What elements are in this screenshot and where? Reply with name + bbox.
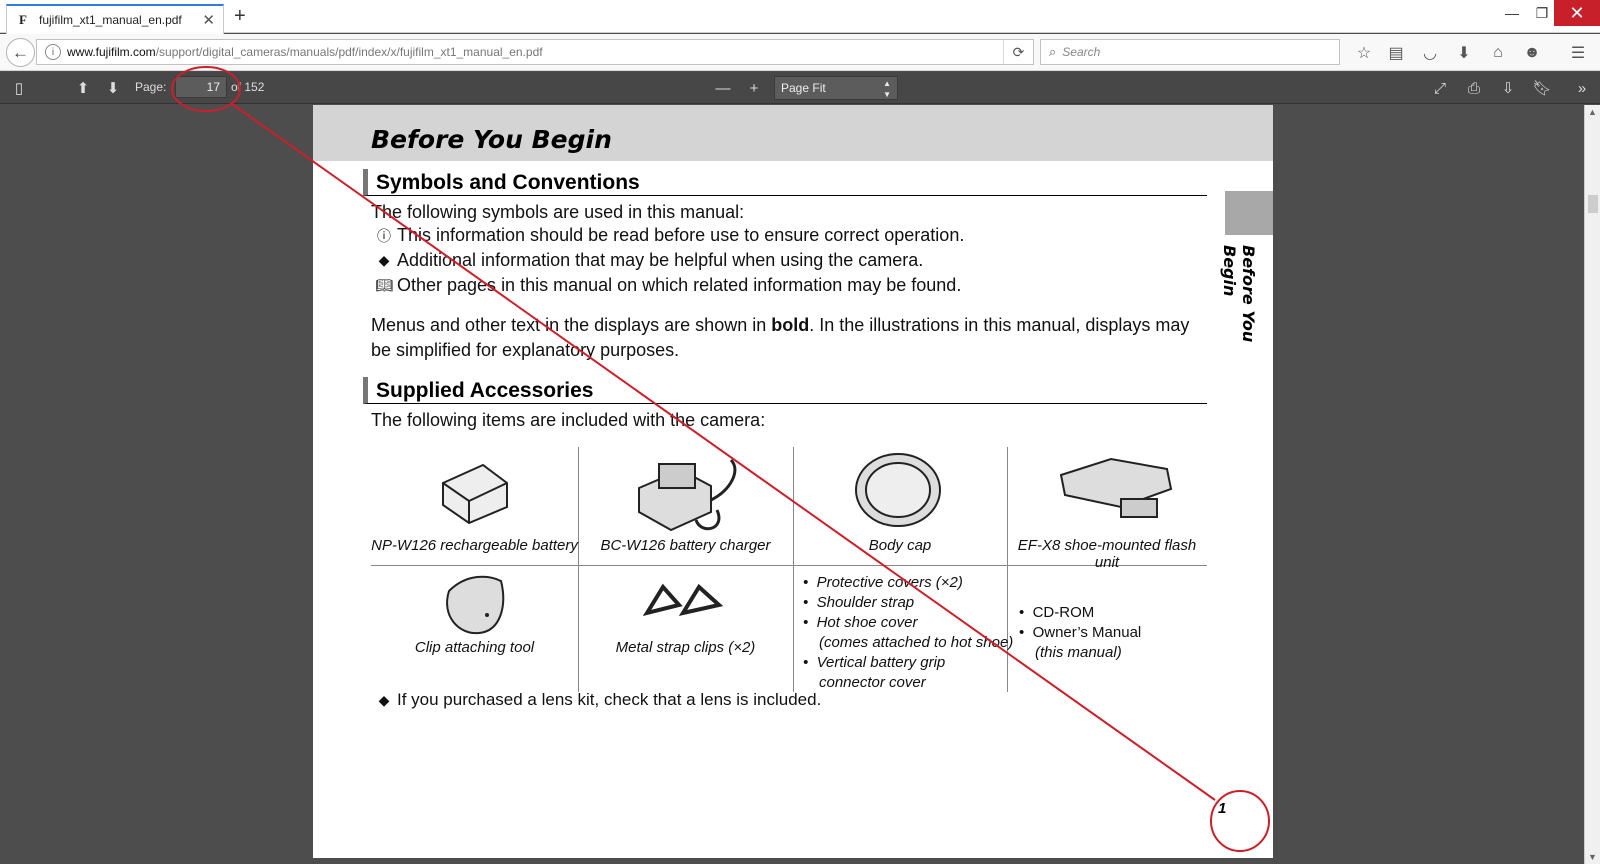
search-input[interactable]: ⌕ Search xyxy=(1040,39,1340,65)
pdf-toolbar: ▯ ⬆ ⬇ Page: 17 of 152 — + Page Fit ▲ ▼ ⤢ … xyxy=(0,72,1600,104)
menus-paragraph: Menus and other text in the displays are… xyxy=(371,315,1190,360)
page-header-band: Before You Begin xyxy=(313,105,1273,161)
strap-clips-illustration xyxy=(643,583,723,617)
chat-icon[interactable]: ☻ xyxy=(1521,42,1543,64)
section1-intro: The following symbols are used in this m… xyxy=(371,202,745,222)
caution-icon: ⓘ xyxy=(377,227,391,244)
flash-unit-illustration xyxy=(1059,457,1173,518)
symbol-line: ⓘ This information should be read before… xyxy=(371,225,964,246)
side-tab-marker xyxy=(1225,191,1273,235)
bookmark-star-icon[interactable]: ☆ xyxy=(1353,42,1375,64)
charger-illustration xyxy=(638,458,737,532)
home-icon[interactable]: ⌂ xyxy=(1487,42,1509,64)
tab-title: fujifilm_xt1_manual_en.pdf xyxy=(39,13,182,27)
table-divider xyxy=(793,447,794,692)
book-reference-icon: 📖︎ xyxy=(375,277,393,293)
pdf-page: Before You Begin Before You Begin Symbol… xyxy=(313,105,1273,858)
back-arrow-icon[interactable]: ← xyxy=(6,38,35,67)
accessory-label: Clip attaching tool xyxy=(414,639,535,656)
downloads-icon[interactable]: ⬇ xyxy=(1453,42,1475,64)
note-tag-icon: ◆ xyxy=(378,252,390,268)
section-title-accessories: Supplied Accessories xyxy=(363,377,1207,404)
note-tag-icon: ◆ xyxy=(378,691,390,708)
symbol-line: ◆ Additional information that may be hel… xyxy=(371,250,924,271)
new-tab-button[interactable]: + xyxy=(234,5,246,28)
tab-strip: F fujifilm_xt1_manual_en.pdf ✕ + — ❐ ✕ xyxy=(0,0,1600,34)
accessories-bullet-list: • Protective covers (×2) • Shoulder stra… xyxy=(803,574,1014,691)
section2-intro: The following items are included with th… xyxy=(371,410,766,430)
reading-list-icon[interactable]: ▤ xyxy=(1385,42,1407,64)
sidebar-toggle-icon[interactable]: ▯ xyxy=(8,77,30,99)
pocket-icon[interactable]: ◡ xyxy=(1419,42,1441,64)
navigation-bar: ← i www.fujifilm.com /support/digital_ca… xyxy=(0,34,1600,71)
accessory-label: Body cap xyxy=(868,537,932,554)
presentation-mode-icon[interactable]: ⤢ xyxy=(1429,77,1451,99)
zoom-select[interactable]: Page Fit ▲ ▼ xyxy=(774,76,898,100)
body-cap-illustration xyxy=(855,453,941,527)
zoom-out-icon[interactable]: — xyxy=(712,77,734,99)
search-icon: ⌕ xyxy=(1049,44,1057,59)
vertical-scrollbar[interactable]: ▲ ▼ xyxy=(1584,105,1600,864)
url-host: www.fujifilm.com xyxy=(67,45,156,59)
download-icon[interactable]: ⇩ xyxy=(1497,77,1519,99)
info-icon[interactable]: i xyxy=(45,44,61,60)
print-icon[interactable]: ⎙ xyxy=(1463,77,1485,99)
accessory-label: BC-W126 battery charger xyxy=(600,537,771,554)
minimize-icon[interactable]: — xyxy=(1497,0,1527,26)
clip-tool-illustration xyxy=(446,575,505,635)
page-label: Page: xyxy=(135,80,167,94)
symbol-line: 📖︎ Other pages in this manual on which r… xyxy=(371,275,961,296)
select-arrows-icon: ▲ ▼ xyxy=(883,79,891,99)
accessory-label: EF-X8 shoe-mounted flash unit xyxy=(1017,537,1197,571)
battery-illustration xyxy=(442,463,508,525)
accessory-label: Metal strap clips (×2) xyxy=(615,639,756,656)
scroll-down-icon[interactable]: ▼ xyxy=(1588,852,1597,862)
scroll-up-icon[interactable]: ▲ xyxy=(1588,107,1597,117)
accessory-label: NP-W126 rechargeable battery xyxy=(371,537,578,554)
accessories-bullet-list: • CD-ROM • Owner’s Manual (this manual) xyxy=(1019,604,1142,661)
url-bar[interactable]: i www.fujifilm.com /support/digital_came… xyxy=(36,39,1034,65)
next-page-icon[interactable]: ⬇ xyxy=(102,77,124,99)
fujifilm-favicon-icon: F xyxy=(19,12,27,27)
side-chapter-label: Before You Begin xyxy=(1220,245,1258,343)
zoom-in-icon[interactable]: + xyxy=(743,77,765,99)
page-number-input[interactable]: 17 xyxy=(175,76,227,98)
tab-pdf[interactable]: F fujifilm_xt1_manual_en.pdf ✕ xyxy=(6,4,224,34)
scrollbar-thumb[interactable] xyxy=(1588,195,1598,213)
bookmark-icon[interactable]: 🔖︎ xyxy=(1531,77,1553,99)
close-window-icon[interactable]: ✕ xyxy=(1554,0,1600,26)
section-title-symbols: Symbols and Conventions xyxy=(363,169,1207,196)
menu-hamburger-icon[interactable]: ☰ xyxy=(1567,42,1589,64)
tools-chevron-icon[interactable]: » xyxy=(1571,77,1593,99)
page-total: of 152 xyxy=(231,80,265,94)
close-tab-icon[interactable]: ✕ xyxy=(202,11,215,29)
search-placeholder: Search xyxy=(1062,45,1101,59)
page-number: 1 xyxy=(1218,800,1227,817)
url-path: /support/digital_cameras/manuals/pdf/ind… xyxy=(155,45,543,59)
page-title: Before You Begin xyxy=(371,125,612,154)
restore-icon[interactable]: ❐ xyxy=(1527,0,1557,26)
reload-icon[interactable]: ⟳ xyxy=(1003,40,1033,64)
zoom-value: Page Fit xyxy=(781,81,826,95)
previous-page-icon[interactable]: ⬆ xyxy=(72,77,94,99)
lens-note: ◆ If you purchased a lens kit, check tha… xyxy=(371,690,822,710)
